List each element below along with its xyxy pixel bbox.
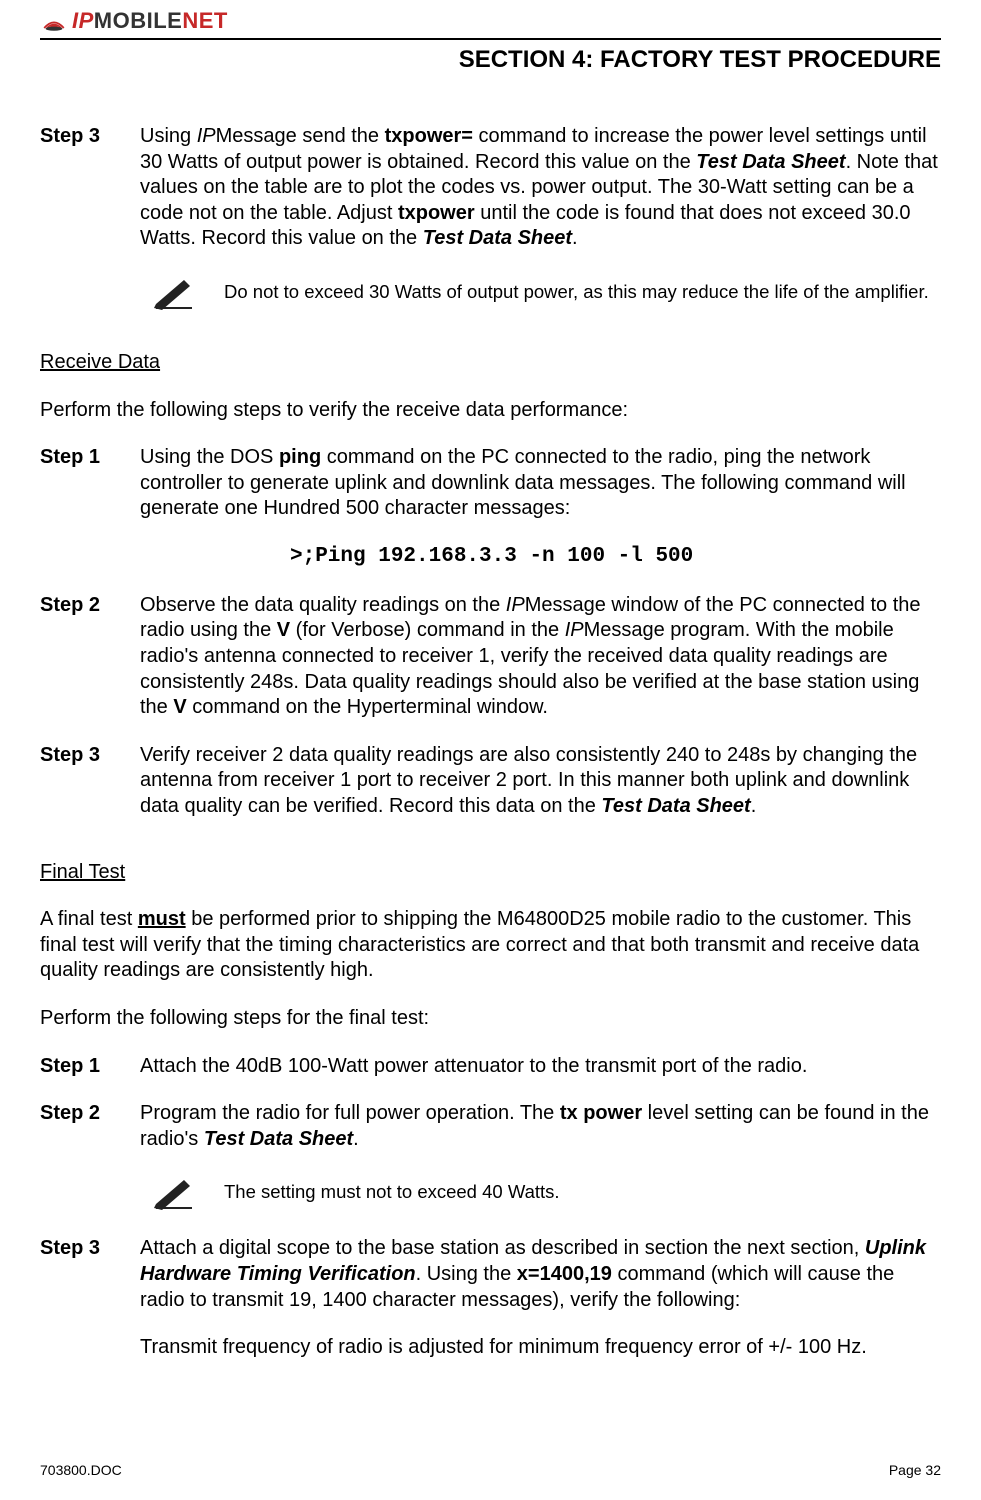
header-rule (40, 38, 941, 40)
pencil-note-icon (150, 274, 198, 310)
step-text: Using the DOS ping command on the PC con… (140, 445, 941, 522)
step-block: Step 2 Program the radio for full power … (40, 1101, 941, 1152)
step-block: Step 3 Verify receiver 2 data quality re… (40, 743, 941, 820)
step-block: Step 3 Using IPMessage send the txpower=… (40, 124, 941, 252)
step-block: Step 2 Observe the data quality readings… (40, 593, 941, 721)
step-block: Step 1 Using the DOS ping command on the… (40, 445, 941, 522)
footer-docname: 703800.DOC (40, 1462, 122, 1478)
step-label: Step 1 (40, 445, 140, 522)
ping-command: >;Ping 192.168.3.3 -n 100 -l 500 (290, 544, 941, 571)
step-label: Step 2 (40, 1101, 140, 1152)
section-title: SECTION 4: FACTORY TEST PROCEDURE (40, 46, 941, 74)
paragraph: Perform the following steps to verify th… (40, 398, 941, 424)
step-text: Attach the 40dB 100-Watt power attenuato… (140, 1054, 941, 1080)
paragraph: A final test must be performed prior to … (40, 907, 941, 984)
step-label: Step 3 (40, 124, 140, 252)
step-label: Step 3 (40, 1236, 140, 1360)
pencil-note-icon (150, 1174, 198, 1210)
step-text: Verify receiver 2 data quality readings … (140, 743, 941, 820)
note-block: Do not to exceed 30 Watts of output powe… (150, 274, 941, 310)
note-text: The setting must not to exceed 40 Watts. (224, 1180, 560, 1204)
logo-text: IPMOBILENET (72, 8, 228, 34)
note-block: The setting must not to exceed 40 Watts. (150, 1174, 941, 1210)
step-text: Attach a digital scope to the base stati… (140, 1236, 941, 1360)
subhead-receive: Receive Data (40, 350, 941, 376)
step-text: Using IPMessage send the txpower= comman… (140, 124, 941, 252)
step-label: Step 1 (40, 1054, 140, 1080)
brand-logo: IPMOBILENET (40, 8, 228, 34)
footer-pagenum: Page 32 (889, 1462, 941, 1478)
document-body: Step 3 Using IPMessage send the txpower=… (40, 124, 941, 1361)
page-header: IPMOBILENET (40, 8, 941, 38)
step-block: Step 1 Attach the 40dB 100-Watt power at… (40, 1054, 941, 1080)
satellite-icon (40, 9, 68, 33)
subhead-final: Final Test (40, 860, 941, 886)
step-label: Step 2 (40, 593, 140, 721)
step-text: Observe the data quality readings on the… (140, 593, 941, 721)
step-text: Program the radio for full power operati… (140, 1101, 941, 1152)
step-block: Step 3 Attach a digital scope to the bas… (40, 1236, 941, 1360)
page-footer: 703800.DOC Page 32 (40, 1462, 941, 1478)
step-label: Step 3 (40, 743, 140, 820)
page-container: IPMOBILENET SECTION 4: FACTORY TEST PROC… (0, 0, 981, 1500)
note-text: Do not to exceed 30 Watts of output powe… (224, 280, 929, 304)
paragraph: Perform the following steps for the fina… (40, 1006, 941, 1032)
